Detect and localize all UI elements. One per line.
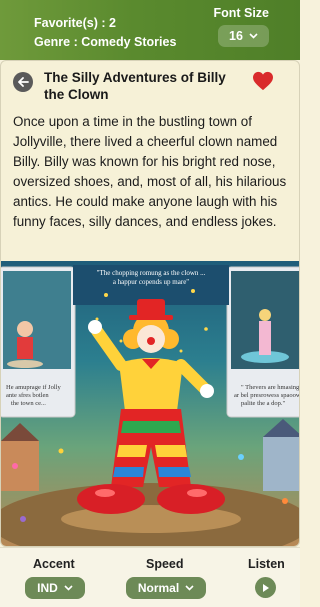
font-size-label: Font Size bbox=[213, 6, 269, 20]
heart-icon[interactable] bbox=[252, 71, 274, 91]
story-card: The Silly Adventures of Billy the Clown … bbox=[0, 60, 300, 547]
chevron-down-icon bbox=[249, 33, 258, 39]
svg-text:He amuprage if Jolly: He amuprage if Jolly bbox=[6, 384, 61, 391]
play-icon bbox=[262, 583, 269, 592]
svg-text:ante sfres botlen: ante sfres botlen bbox=[6, 392, 49, 399]
svg-text:ar bel presrowess spaoow: ar bel presrowess spaoow bbox=[234, 392, 300, 399]
favorites-count: Favorite(s) : 2 bbox=[34, 16, 116, 30]
story-title: The Silly Adventures of Billy the Clown bbox=[44, 70, 226, 102]
chevron-down-icon bbox=[185, 585, 194, 591]
svg-text:palite the a dop.": palite the a dop." bbox=[241, 400, 286, 407]
genre-label: Genre : Comedy Stories bbox=[34, 35, 177, 49]
svg-text:a happur copends up mare": a happur copends up mare" bbox=[113, 278, 189, 286]
speed-value: Normal bbox=[137, 581, 180, 595]
svg-text:" Thevers are hmasing: " Thevers are hmasing bbox=[241, 384, 300, 391]
accent-label: Accent bbox=[33, 557, 75, 571]
speed-label: Speed bbox=[146, 557, 184, 571]
font-size-dropdown[interactable]: 16 bbox=[218, 25, 269, 47]
svg-text:the town ce...: the town ce... bbox=[11, 400, 46, 407]
top-header: Favorite(s) : 2 Genre : Comedy Stories F… bbox=[0, 0, 300, 60]
accent-value: IND bbox=[37, 581, 58, 595]
font-size-value: 16 bbox=[229, 29, 243, 43]
chevron-down-icon bbox=[64, 585, 73, 591]
story-illustration: He amuprage if Jolly ante sfres botlen t… bbox=[1, 261, 300, 546]
speed-dropdown[interactable]: Normal bbox=[126, 577, 206, 599]
svg-text:"The chopping romung as the cl: "The chopping romung as the clown ... bbox=[97, 269, 206, 277]
story-text: Once upon a time in the bustling town of… bbox=[13, 114, 287, 229]
play-button[interactable] bbox=[255, 577, 276, 598]
audio-controls: Accent IND Speed Normal Listen bbox=[0, 547, 300, 607]
back-button[interactable] bbox=[13, 72, 33, 92]
listen-label: Listen bbox=[248, 557, 285, 571]
accent-dropdown[interactable]: IND bbox=[25, 577, 85, 599]
arrow-left-icon bbox=[17, 77, 29, 87]
